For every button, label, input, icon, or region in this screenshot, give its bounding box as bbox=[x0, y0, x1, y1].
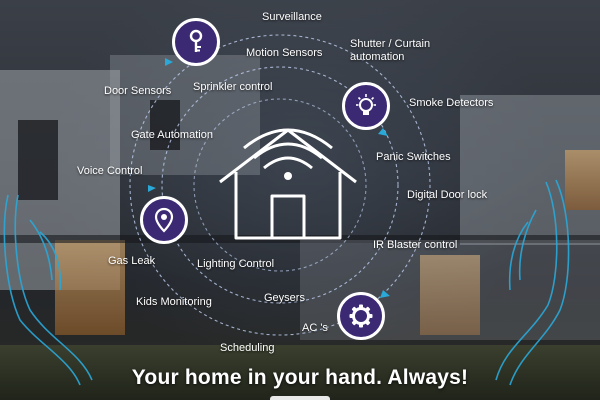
bulb-badge bbox=[342, 82, 390, 130]
label-kids-monitoring: Kids Monitoring bbox=[136, 296, 212, 308]
location-pin-icon bbox=[154, 207, 174, 233]
gear-badge bbox=[337, 292, 385, 340]
label-smoke-detectors: Smoke Detectors bbox=[409, 97, 494, 109]
label-surveillance: Surveillance bbox=[262, 11, 322, 23]
right-hand-outline bbox=[495, 179, 570, 386]
bottom-tab-indicator bbox=[270, 396, 330, 400]
label-shutter-curtain: Shutter / Curtain automation bbox=[350, 38, 431, 63]
key-icon bbox=[189, 29, 203, 52]
label-panic-switches: Panic Switches bbox=[376, 151, 451, 163]
label-motion-sensors: Motion Sensors bbox=[246, 47, 323, 59]
key-badge bbox=[172, 18, 220, 66]
label-voice-control: Voice Control bbox=[77, 165, 143, 177]
label-digital-door-lock: Digital Door lock bbox=[407, 189, 488, 201]
orbit-rings bbox=[3, 34, 570, 386]
left-hand-outline bbox=[3, 194, 93, 386]
hero-banner: Surveillance Motion Sensors Shutter / Cu… bbox=[0, 0, 600, 400]
label-door-sensors: Door Sensors bbox=[104, 85, 172, 97]
label-scheduling: Scheduling bbox=[220, 342, 275, 354]
label-gas-leak: Gas Leak bbox=[108, 255, 156, 267]
label-gate-automation: Gate Automation bbox=[131, 129, 213, 141]
label-ir-blaster: IR Blaster control bbox=[373, 239, 458, 251]
label-sprinkler-control: Sprinkler control bbox=[193, 81, 273, 93]
label-geysers: Geysers bbox=[264, 292, 305, 304]
home-wifi-icon bbox=[219, 128, 357, 240]
tagline: Your home in your hand. Always! bbox=[131, 366, 469, 389]
gear-icon bbox=[349, 304, 373, 328]
location-badge bbox=[140, 196, 188, 244]
label-acs: AC 's bbox=[302, 322, 328, 334]
label-lighting-control: Lighting Control bbox=[197, 258, 275, 270]
light-bulb-icon bbox=[356, 94, 376, 115]
